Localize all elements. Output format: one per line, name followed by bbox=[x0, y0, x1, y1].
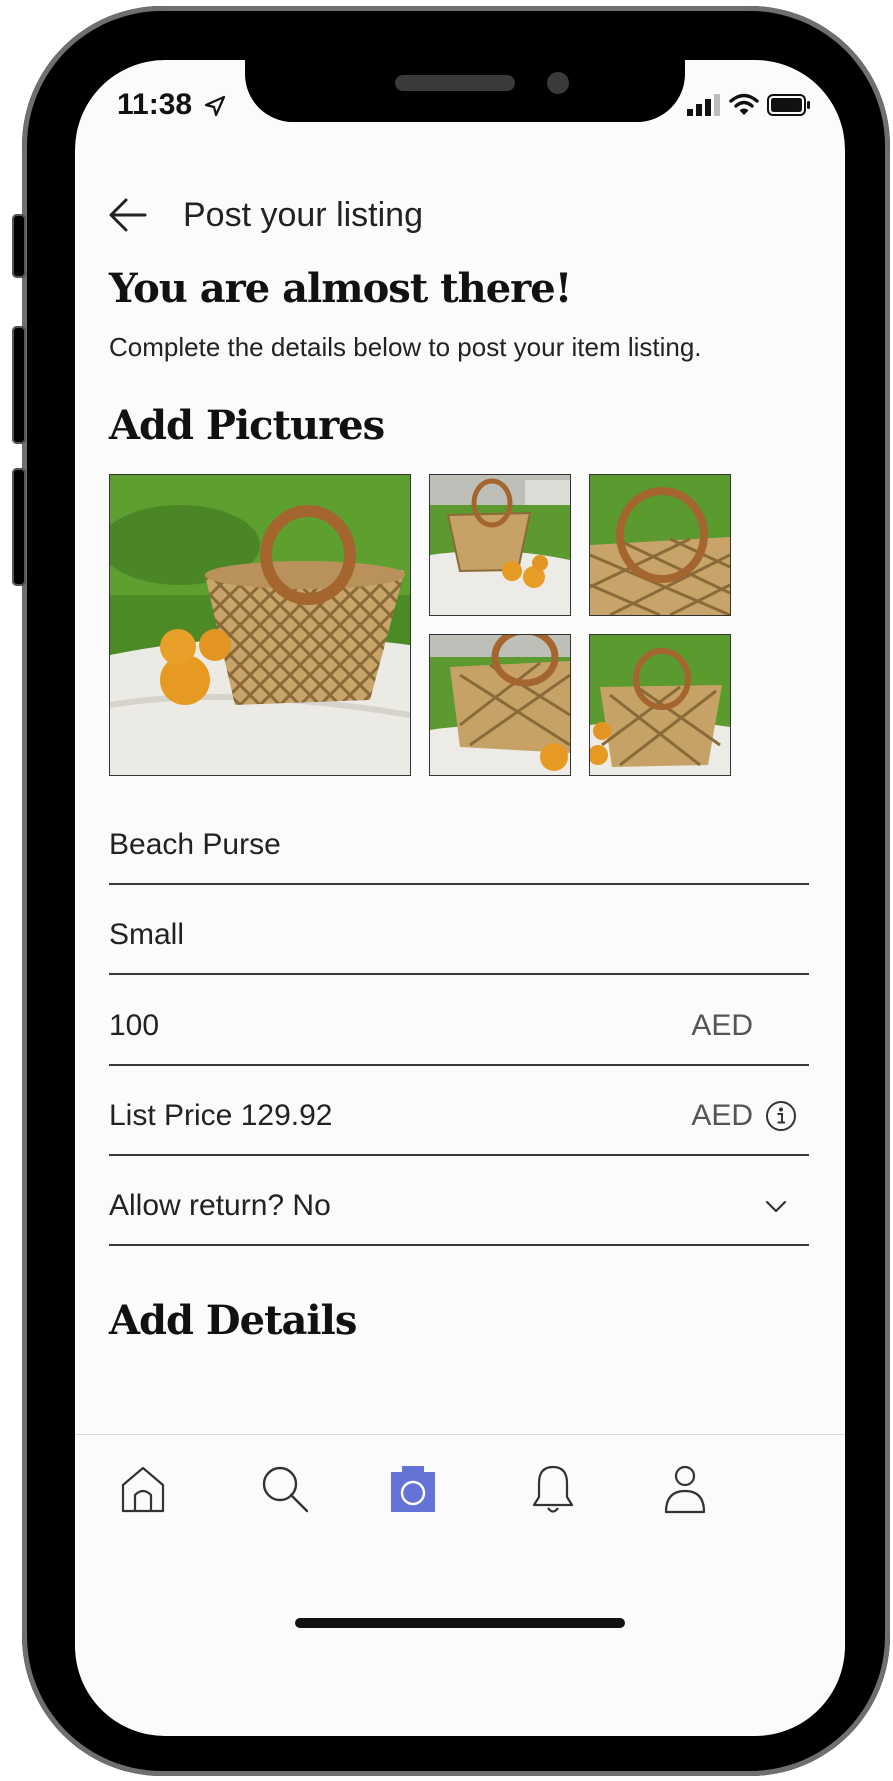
profile-icon bbox=[664, 1465, 706, 1514]
notch bbox=[245, 60, 685, 122]
nav-header: Post your listing bbox=[103, 185, 423, 245]
header-title: Post your listing bbox=[183, 195, 423, 234]
main-photo[interactable] bbox=[109, 474, 411, 776]
allow-return-dropdown[interactable]: Allow return? No bbox=[109, 1156, 809, 1246]
thumbnail-photo-3[interactable] bbox=[429, 634, 571, 776]
camera-icon bbox=[391, 1466, 435, 1512]
list-price-value: List Price 129.92 bbox=[109, 1099, 333, 1132]
status-time: 11:38 bbox=[117, 88, 226, 122]
signal-icon bbox=[687, 94, 720, 116]
tab-search[interactable] bbox=[255, 1459, 315, 1519]
thumbnail-photo-1[interactable] bbox=[429, 474, 571, 616]
list-price-field: List Price 129.92 AED bbox=[109, 1066, 809, 1156]
home-icon bbox=[121, 1466, 165, 1513]
add-details-title: Add Details bbox=[109, 1297, 357, 1344]
thumbnail-photo-4[interactable] bbox=[589, 634, 731, 776]
battery-icon bbox=[767, 94, 810, 116]
page-headline: You are almost there! bbox=[109, 265, 572, 312]
back-arrow-icon[interactable] bbox=[103, 190, 153, 240]
item-name-value: Beach Purse bbox=[109, 828, 281, 861]
volume-down-button bbox=[12, 468, 26, 586]
home-indicator bbox=[295, 1618, 625, 1628]
size-value: Small bbox=[109, 918, 185, 951]
search-icon bbox=[262, 1466, 309, 1513]
tab-notifications[interactable] bbox=[523, 1459, 583, 1519]
price-value: 100 bbox=[109, 1009, 160, 1042]
thumbnail-photo-2[interactable] bbox=[589, 474, 731, 616]
info-icon[interactable] bbox=[765, 1100, 797, 1132]
mute-switch bbox=[12, 214, 26, 278]
tab-post-listing[interactable] bbox=[383, 1459, 443, 1519]
price-field[interactable]: 100 AED bbox=[109, 976, 809, 1066]
tab-bar bbox=[75, 1434, 845, 1545]
list-price-currency: AED bbox=[691, 1099, 753, 1132]
volume-up-button bbox=[12, 326, 26, 444]
app-screen: 11:38 Post your listing You are almost t… bbox=[75, 60, 845, 1736]
speaker bbox=[395, 75, 515, 91]
tab-home[interactable] bbox=[113, 1459, 173, 1519]
wifi-icon bbox=[729, 93, 759, 115]
front-camera bbox=[547, 72, 569, 94]
add-pictures-title: Add Pictures bbox=[109, 402, 385, 449]
size-field[interactable]: Small bbox=[109, 885, 809, 975]
item-name-field[interactable]: Beach Purse bbox=[109, 795, 809, 885]
allow-return-value: Allow return? No bbox=[109, 1189, 331, 1222]
bell-icon bbox=[532, 1465, 574, 1513]
location-arrow-icon bbox=[205, 95, 226, 117]
tab-profile[interactable] bbox=[655, 1459, 715, 1519]
page-subtitle: Complete the details below to post your … bbox=[109, 332, 702, 362]
price-currency: AED bbox=[691, 1009, 753, 1042]
status-icons bbox=[687, 88, 811, 122]
chevron-down-icon bbox=[765, 1200, 787, 1213]
